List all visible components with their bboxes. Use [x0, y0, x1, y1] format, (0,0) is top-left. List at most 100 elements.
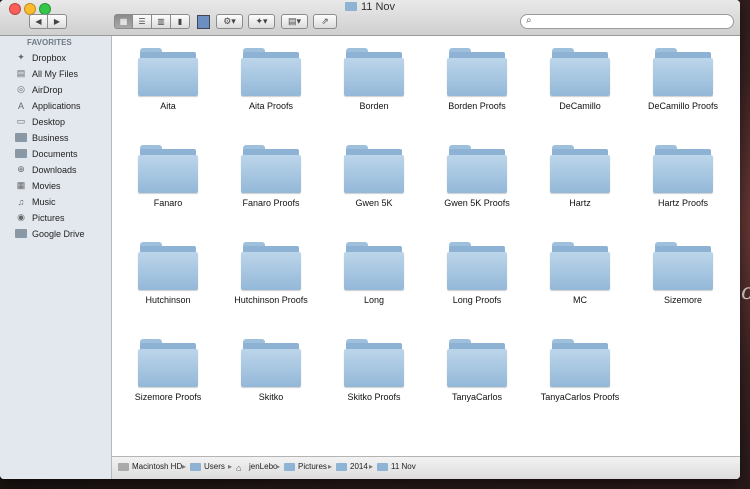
forward-button[interactable]: ▶	[48, 14, 67, 29]
sidebar: FAVORITES ✦ Dropbox ▤ All My Files ◎ AirDrop A…	[0, 36, 112, 479]
sidebar-item-label: Desktop	[32, 116, 66, 127]
folder-icon	[241, 339, 301, 387]
finder-window: 11 Nov ◀ ▶ ▦ ☰ ▥ ▮ ⚙▾ ✦▾ ▤▾ ⇗ ⌕ FAVORITE…	[0, 0, 740, 479]
window-title: 11 Nov	[0, 1, 740, 13]
folder-icon	[138, 145, 198, 193]
folder-item[interactable]: Hartz	[528, 145, 632, 208]
folder-icon	[447, 145, 507, 193]
folder-item[interactable]: Long Proofs	[425, 242, 529, 305]
folder-item[interactable]: MC	[528, 242, 632, 305]
coverflow-icon: ▮	[177, 17, 183, 26]
folder-item[interactable]: Hutchinson Proofs	[219, 242, 323, 305]
sidebar-item[interactable]: ◉ Pictures	[17, 210, 64, 225]
coverflow-view-button[interactable]: ▮	[171, 14, 190, 29]
folder-icon	[344, 242, 404, 290]
back-icon: ◀	[35, 17, 42, 26]
sidebar-item[interactable]: ⊕ Downloads	[17, 162, 77, 177]
path-crumb[interactable]: 11 Nov	[377, 462, 416, 471]
action-menu-button[interactable]: ⚙▾	[216, 14, 243, 29]
sidebar-item[interactable]: ▭ Desktop	[17, 114, 66, 129]
dropbox-icon: ✦▾	[255, 16, 268, 26]
folder-item[interactable]: Gwen 5K	[322, 145, 426, 208]
folder-icon	[653, 48, 713, 96]
path-crumb-label: Users	[204, 462, 225, 471]
sidebar-item[interactable]: Documents	[15, 146, 78, 161]
folder-item[interactable]: Gwen 5K Proofs	[425, 145, 529, 208]
folder-item[interactable]: DeCamillo	[528, 48, 632, 111]
folder-item[interactable]: Aita	[116, 48, 220, 111]
folder-item[interactable]: Sizemore Proofs	[116, 339, 220, 402]
folder-item[interactable]: TanyaCarlos	[425, 339, 529, 402]
folder-item[interactable]: Aita Proofs	[219, 48, 323, 111]
folder-icon	[138, 48, 198, 96]
folder-label: Borden	[359, 101, 389, 111]
sidebar-item[interactable]: ▤ All My Files	[17, 66, 78, 81]
folder-icon	[15, 133, 27, 142]
sidebar-item[interactable]: Google Drive	[15, 226, 85, 241]
sidebar-item[interactable]: A Applications	[18, 98, 81, 113]
share-button[interactable]: ⇗	[313, 14, 337, 29]
folder-item[interactable]: Long	[322, 242, 426, 305]
folder-icon	[550, 242, 610, 290]
back-forward-control: ◀ ▶	[29, 14, 67, 29]
gear-icon: ⚙▾	[223, 16, 236, 26]
sidebar-item-label: Music	[32, 196, 56, 207]
folder-label: Hutchinson Proofs	[234, 295, 308, 305]
sidebar-item-label: Dropbox	[32, 52, 67, 63]
folder-icon	[138, 242, 198, 290]
sidebar-item-label: Documents	[32, 148, 78, 159]
folder-item[interactable]: Hartz Proofs	[631, 145, 735, 208]
sidebar-item[interactable]: ♫ Music	[18, 194, 56, 209]
view-mode-control: ▦ ☰ ▥ ▮	[114, 14, 190, 29]
sidebar-item[interactable]: ◎ AirDrop	[17, 82, 62, 97]
applications-icon: A	[17, 100, 24, 111]
path-crumb[interactable]: 2014	[336, 462, 368, 471]
folder-icon	[138, 339, 198, 387]
folder-item[interactable]: Hutchinson	[116, 242, 220, 305]
folder-icon	[447, 339, 507, 387]
folder-item[interactable]: Skitko Proofs	[322, 339, 426, 402]
folder-label: TanyaCarlos Proofs	[540, 392, 620, 402]
path-crumb-label: jenLebo	[249, 462, 278, 471]
list-view-button[interactable]: ☰	[133, 14, 152, 29]
search-field[interactable]: ⌕	[520, 14, 734, 29]
folder-item[interactable]: Borden Proofs	[425, 48, 529, 111]
columns-icon: ▥	[157, 17, 165, 26]
folder-icon	[344, 339, 404, 387]
folder-item[interactable]: TanyaCarlos Proofs	[528, 339, 632, 402]
sidebar-item[interactable]: ✦ Dropbox	[17, 50, 67, 65]
sidebar-heading: FAVORITES	[27, 38, 72, 47]
movies-icon: ▦	[16, 180, 26, 190]
sidebar-item[interactable]: Business	[15, 130, 69, 145]
dropbox-icon: ✦	[17, 52, 25, 62]
folder-item[interactable]: Fanaro	[116, 145, 220, 208]
folder-label: Borden Proofs	[448, 101, 506, 111]
path-crumb[interactable]: ⌂ jenLebo	[236, 462, 278, 473]
folder-icon	[344, 48, 404, 96]
folder-label: Gwen 5K Proofs	[444, 198, 510, 208]
folder-item[interactable]: DeCamillo Proofs	[631, 48, 735, 111]
folder-item[interactable]: Skitko	[219, 339, 323, 402]
column-view-button[interactable]: ▥	[152, 14, 171, 29]
folder-label: DeCamillo	[559, 101, 601, 111]
icon-view-button[interactable]: ▦	[114, 14, 133, 29]
arrange-menu-button[interactable]: ▤▾	[281, 14, 308, 29]
back-button[interactable]: ◀	[29, 14, 48, 29]
downloads-icon: ⊕	[17, 164, 25, 174]
folder-icon	[190, 462, 201, 471]
path-crumb[interactable]: Users	[190, 462, 225, 471]
sidebar-item[interactable]: ▦ Movies	[17, 178, 61, 193]
app-shortcut-button[interactable]	[196, 14, 210, 29]
folder-label: Hartz	[569, 198, 591, 208]
path-separator-icon: ▸	[228, 462, 233, 471]
folder-item[interactable]: Sizemore	[631, 242, 735, 305]
folder-item[interactable]: Borden	[322, 48, 426, 111]
folder-item[interactable]: Fanaro Proofs	[219, 145, 323, 208]
path-crumb[interactable]: Pictures	[284, 462, 327, 471]
dropbox-menu-button[interactable]: ✦▾	[248, 14, 275, 29]
app-icon	[196, 14, 210, 29]
folder-label: Fanaro Proofs	[242, 198, 300, 208]
folder-label: MC	[573, 295, 587, 305]
path-crumb[interactable]: Macintosh HD	[118, 462, 182, 471]
sidebar-item-label: Downloads	[32, 164, 77, 175]
